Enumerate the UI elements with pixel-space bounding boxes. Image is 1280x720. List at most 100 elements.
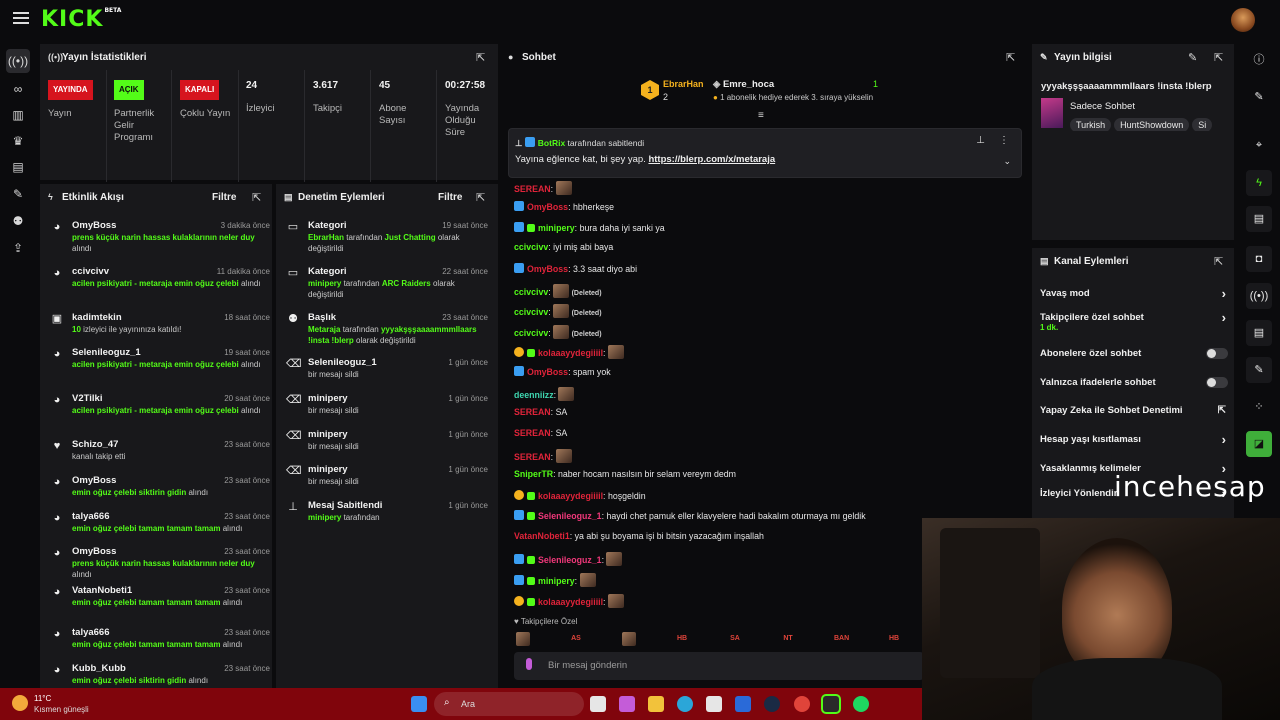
feed-user[interactable]: Selenileoguz_1: [72, 347, 141, 358]
dots-icon[interactable]: ⁘: [1246, 394, 1272, 420]
chat-message[interactable]: ccivcivv: (Deleted): [514, 284, 602, 298]
chat-username[interactable]: SniperTR: [514, 469, 553, 479]
chat-message[interactable]: SEREAN: SA: [514, 407, 567, 417]
chat-username[interactable]: kolaaayydegiiiil: [538, 597, 603, 607]
link-icon[interactable]: ∞: [11, 82, 25, 96]
chat-message[interactable]: SEREAN:: [514, 181, 572, 195]
chat-message[interactable]: kolaaayydegiiiil:: [514, 594, 624, 608]
app-icon[interactable]: ◪: [1246, 431, 1272, 457]
channel-action-item[interactable]: Hesap yaşı kısıtlaması ›: [1040, 432, 1228, 448]
analytics-icon[interactable]: ▥: [11, 108, 25, 122]
toggle-switch[interactable]: [1206, 377, 1228, 388]
chevron-right-icon[interactable]: ›: [1222, 286, 1226, 301]
popout-icon[interactable]: ⇱: [1214, 255, 1223, 268]
kick-logo[interactable]: KICKBETA: [41, 7, 121, 32]
microphone-icon[interactable]: [526, 658, 532, 670]
channel-action-item[interactable]: Yavaş mod ›: [1040, 286, 1228, 302]
channel-action-item[interactable]: Yapay Zeka ile Sohbet Denetimi ⇱: [1040, 405, 1228, 419]
task-view-icon[interactable]: [590, 696, 606, 712]
edit-icon[interactable]: ✎: [1188, 51, 1197, 64]
external-link-icon[interactable]: ⇱: [1218, 405, 1226, 416]
chevron-right-icon[interactable]: ›: [1222, 310, 1226, 325]
pin-icon[interactable]: ⊥: [976, 135, 985, 146]
moderation-item[interactable]: ⌫ minipery 1 gün önce bir mesajı sildi: [284, 464, 488, 496]
server-icon[interactable]: ▤: [1246, 320, 1272, 346]
feed-item[interactable]: ◕ talya666 23 saat önce emin oğuz çelebi ta…: [48, 627, 270, 657]
chat-message[interactable]: kolaaayydegiiiil: hoşgeldin: [514, 490, 646, 501]
chat-username[interactable]: VatanNobeti1: [514, 531, 570, 541]
broadcast-icon[interactable]: ((•)): [6, 49, 30, 73]
feed-user[interactable]: OmyBoss: [72, 546, 116, 557]
feed-user[interactable]: talya666: [72, 511, 110, 522]
chat-icon[interactable]: ◘: [1246, 246, 1272, 272]
feed-item[interactable]: ◕ V2Tilki 20 saat önce acilen psikiyatri - …: [48, 393, 270, 423]
windows-start-icon[interactable]: [411, 696, 427, 712]
chat-username[interactable]: minipery: [538, 223, 575, 233]
chat-message[interactable]: kolaaayydegiiiil:: [514, 345, 624, 359]
chat-message[interactable]: minipery: bura daha iyi sanki ya: [514, 222, 665, 233]
feed-user[interactable]: Schizo_47: [72, 439, 118, 450]
moderation-filter-button[interactable]: Filtre: [438, 192, 462, 203]
chat-message[interactable]: ccivcivv: (Deleted): [514, 325, 602, 339]
info-icon[interactable]: ⓘ: [1246, 47, 1272, 73]
feed-user[interactable]: OmyBoss: [72, 220, 116, 231]
channel-action-item[interactable]: Yalnızca ifadelerle sohbet: [1040, 377, 1228, 391]
chat-input[interactable]: Bir mesaj gönderin: [514, 652, 924, 680]
broadcast-icon[interactable]: ((•)): [1246, 283, 1272, 309]
category-name[interactable]: Sadece Sohbet: [1070, 101, 1135, 112]
emote-icon[interactable]: NT: [781, 632, 795, 646]
more-icon[interactable]: ⋮: [999, 135, 1009, 146]
chat-message[interactable]: minipery:: [514, 573, 596, 587]
moderation-item[interactable]: ⚉ Başlık 23 saat önce Metaraja tarafından y…: [284, 312, 488, 345]
copilot-icon[interactable]: [619, 696, 635, 712]
tag[interactable]: Si: [1192, 118, 1213, 131]
emote-icon[interactable]: AS: [569, 632, 583, 646]
popout-icon[interactable]: ⇱: [476, 51, 485, 64]
moderation-item[interactable]: ⌫ minipery 1 gün önce bir mesajı sildi: [284, 429, 488, 461]
popout-icon[interactable]: ⇱: [476, 191, 485, 204]
emote-icon[interactable]: HB: [887, 632, 901, 646]
feed-user[interactable]: OmyBoss: [72, 475, 116, 486]
chat-message[interactable]: OmyBoss: hbherkeşe: [514, 201, 614, 212]
activity-filter-button[interactable]: Filtre: [212, 192, 236, 203]
feed-item[interactable]: ◕ VatanNobeti1 23 saat önce emin oğuz çeleb…: [48, 585, 270, 615]
chat-message[interactable]: SniperTR: naber hocam nasılsın bir selam…: [514, 469, 736, 479]
channel-action-item[interactable]: Abonelere özel sohbet: [1040, 348, 1228, 362]
chat-message[interactable]: SEREAN:: [514, 449, 572, 463]
feed-user[interactable]: talya666: [72, 627, 110, 638]
feed-user[interactable]: ccivcivv: [72, 266, 109, 277]
moderation-item[interactable]: ▭ Kategori 19 saat önce EbrarHan tarafından…: [284, 220, 488, 253]
category-thumbnail[interactable]: [1041, 98, 1063, 128]
chat-username[interactable]: OmyBoss: [527, 202, 568, 212]
emote-icon[interactable]: [622, 632, 636, 646]
file-explorer-icon[interactable]: [648, 696, 664, 712]
popout-icon[interactable]: ⇱: [252, 191, 261, 204]
app-icon[interactable]: [735, 696, 751, 712]
moderation-item[interactable]: ⌫ minipery 1 gün önce bir mesajı sildi: [284, 393, 488, 425]
chat-username[interactable]: OmyBoss: [527, 367, 568, 377]
chat-message[interactable]: ccivcivv: (Deleted): [514, 304, 602, 318]
steam-icon[interactable]: [764, 696, 780, 712]
feed-item[interactable]: ◕ OmyBoss 23 saat önce prens küçük narin ha…: [48, 546, 270, 579]
chrome-icon[interactable]: [794, 696, 810, 712]
focus-icon[interactable]: ⌖: [1246, 132, 1272, 158]
feed-user[interactable]: V2Tilki: [72, 393, 102, 404]
popout-icon[interactable]: ⇱: [1006, 51, 1015, 64]
wrench-icon[interactable]: ✎: [11, 187, 25, 201]
emote-icon[interactable]: SA: [728, 632, 742, 646]
user-avatar[interactable]: [1231, 8, 1255, 32]
bolt-icon[interactable]: ϟ: [1246, 170, 1272, 196]
chat-username[interactable]: SEREAN: [514, 452, 551, 462]
weather-icon[interactable]: [12, 695, 28, 711]
chevron-right-icon[interactable]: ›: [1222, 432, 1226, 447]
chat-username[interactable]: ccivcivv: [514, 242, 548, 252]
chat-message[interactable]: Selenileoguz_1: haydi chet pamuk eller k…: [514, 510, 866, 521]
channel-action-item[interactable]: Takipçilere özel sohbet 1 dk. ›: [1040, 310, 1228, 332]
feed-user[interactable]: VatanNobeti1: [72, 585, 132, 596]
kick-app-icon[interactable]: [821, 694, 841, 714]
chat-message[interactable]: VatanNobeti1: ya abi şu boyama işi bi bi…: [514, 531, 764, 541]
tag[interactable]: Turkish: [1070, 118, 1112, 131]
moderation-item[interactable]: ⌫ Selenileoguz_1 1 gün önce bir mesajı sild…: [284, 357, 488, 389]
taskbar-search[interactable]: ⌕ Ara: [434, 692, 584, 716]
chat-username[interactable]: OmyBoss: [527, 264, 568, 274]
